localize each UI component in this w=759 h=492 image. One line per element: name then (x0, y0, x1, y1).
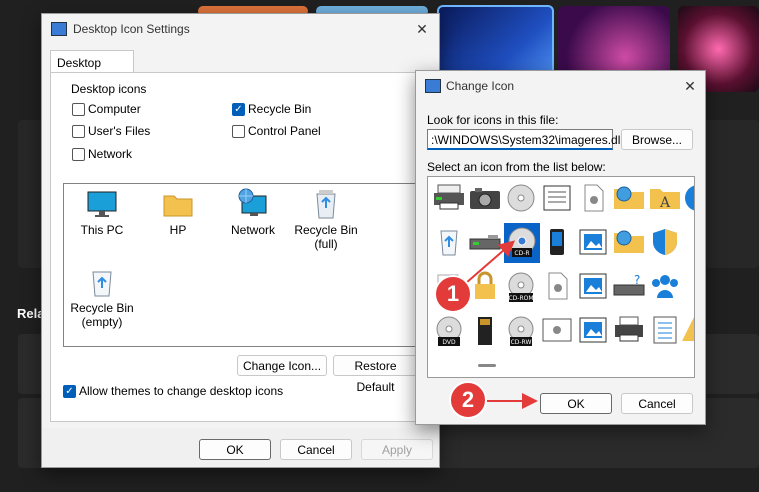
disc-icon[interactable] (504, 183, 540, 219)
file-path-value: :\WINDOWS\System32\imageres.dll (431, 133, 624, 147)
icon-label: This PC (80, 223, 124, 237)
globe-icon[interactable] (682, 183, 694, 219)
list-document-icon[interactable] (648, 315, 684, 351)
callout-badge-1: 1 (434, 275, 472, 313)
cancel-button[interactable]: Cancel (621, 393, 693, 414)
restore-default-button[interactable]: Restore Default (333, 355, 418, 394)
dvd-icon[interactable]: DVD (432, 315, 468, 351)
recycle-bin-checkbox[interactable]: ✓ (232, 103, 245, 116)
font-folder-icon[interactable]: A (648, 183, 684, 219)
cd-r-label: CD-R (514, 250, 529, 257)
desktop-settings-app-icon (51, 22, 67, 36)
change-icon-button[interactable]: Change Icon... (237, 355, 327, 376)
ok-button[interactable]: OK (540, 393, 612, 414)
phone-icon[interactable] (540, 227, 576, 263)
warning-icon[interactable] (682, 315, 694, 351)
cancel-button[interactable]: Cancel (280, 439, 352, 460)
network-icon (238, 188, 267, 216)
help-drive-icon[interactable]: ? (612, 271, 648, 307)
computer-checkbox[interactable] (72, 103, 85, 116)
control-panel-checkbox[interactable] (232, 125, 245, 138)
svg-text:A: A (659, 195, 671, 211)
shield-icon[interactable] (648, 227, 684, 263)
icon-label: HP (169, 223, 187, 237)
users-icon[interactable] (648, 271, 684, 307)
settings-file-icon-2[interactable] (540, 271, 576, 307)
recycle-bin-label: Recycle Bin (248, 102, 312, 116)
network-label: Network (88, 147, 133, 161)
icon-label-line2: (empty) (81, 315, 123, 329)
icon-label-line1: Recycle Bin (294, 223, 358, 237)
dvd-label: DVD (442, 339, 456, 346)
icon-item-recycle-bin-full[interactable]: Recycle Bin (full) (288, 188, 364, 251)
printer-icon-2[interactable] (612, 315, 648, 351)
printer-icon[interactable] (432, 183, 468, 219)
drive-icon[interactable] (468, 227, 504, 263)
icon-label-line2: (full) (314, 237, 338, 251)
recycle-bin-full-icon (316, 190, 336, 219)
allow-themes-label: Allow themes to change desktop icons (79, 384, 284, 398)
title-bar: Change Icon ✕ (416, 71, 705, 101)
desktop-icon-list[interactable]: This PC HP Network Recycle Bin (full) Re… (63, 183, 416, 347)
close-icon[interactable]: ✕ (679, 76, 701, 96)
apply-button[interactable]: Apply (361, 439, 433, 460)
file-path-input[interactable]: :\WINDOWS\System32\imageres.dll (427, 129, 623, 150)
recycle-bin-empty-icon (92, 271, 112, 297)
settings-window-icon[interactable] (540, 315, 576, 351)
close-icon[interactable]: ✕ (411, 19, 433, 39)
change-icon-app-icon (425, 79, 441, 93)
dialog-title: Change Icon (446, 79, 515, 93)
group-label: Desktop icons (71, 82, 147, 96)
cd-rw-label: CD-RW (511, 339, 532, 346)
icon-label: Network (230, 223, 275, 237)
cd-r-icon-selected[interactable]: CD-R (504, 223, 540, 263)
icon-item-network[interactable]: Network (221, 188, 285, 237)
cd-rom-icon[interactable]: CD-ROM (504, 271, 540, 307)
picture-icon-2[interactable] (576, 271, 612, 307)
network-folder-icon[interactable] (612, 183, 648, 219)
callout-badge-2: 2 (449, 381, 487, 419)
select-icon-label: Select an icon from the list below: (427, 160, 606, 174)
icon-grid[interactable]: A CD-R CD-ROM ? DVD CD-RW (427, 176, 695, 378)
horizontal-scrollbar[interactable] (478, 364, 496, 367)
change-icon-dialog: Change Icon ✕ Look for icons in this fil… (415, 70, 706, 425)
cd-rw-icon[interactable]: CD-RW (504, 315, 540, 351)
icon-item-this-pc[interactable]: This PC (70, 190, 134, 237)
network-folder-icon-2[interactable] (612, 227, 648, 263)
tab-desktop-icons[interactable]: Desktop Icons (50, 50, 134, 84)
memory-card-icon[interactable] (468, 315, 504, 351)
folder-icon (163, 195, 193, 217)
cd-rom-label: CD-ROM (508, 295, 533, 302)
dialog-title: Desktop Icon Settings (73, 22, 190, 36)
picture-icon[interactable] (576, 227, 612, 263)
ok-button[interactable]: OK (199, 439, 271, 460)
recycle-bin-icon[interactable] (432, 227, 468, 263)
settings-file-icon[interactable] (576, 183, 612, 219)
users-files-label: User's Files (88, 124, 151, 138)
svg-text:?: ? (634, 273, 640, 287)
look-for-label: Look for icons in this file: (427, 113, 559, 127)
users-files-checkbox[interactable] (72, 125, 85, 138)
computer-label: Computer (88, 102, 141, 116)
title-bar: Desktop Icon Settings ✕ (42, 14, 439, 44)
control-panel-label: Control Panel (248, 124, 321, 138)
icon-item-recycle-bin-empty[interactable]: Recycle Bin (empty) (66, 266, 138, 329)
network-checkbox[interactable] (72, 148, 85, 161)
desktop-icon-settings-dialog: Desktop Icon Settings ✕ Desktop Icons De… (41, 13, 440, 468)
camera-icon[interactable] (468, 183, 504, 219)
lock-icon[interactable] (468, 271, 504, 307)
allow-themes-checkbox[interactable]: ✓ (63, 385, 76, 398)
monitor-icon (87, 191, 117, 217)
browse-button[interactable]: Browse... (621, 129, 693, 150)
icon-label-line1: Recycle Bin (70, 301, 134, 315)
picture-icon-3[interactable] (576, 315, 612, 351)
document-list-icon[interactable] (540, 183, 576, 219)
icon-item-hp[interactable]: HP (146, 190, 210, 237)
